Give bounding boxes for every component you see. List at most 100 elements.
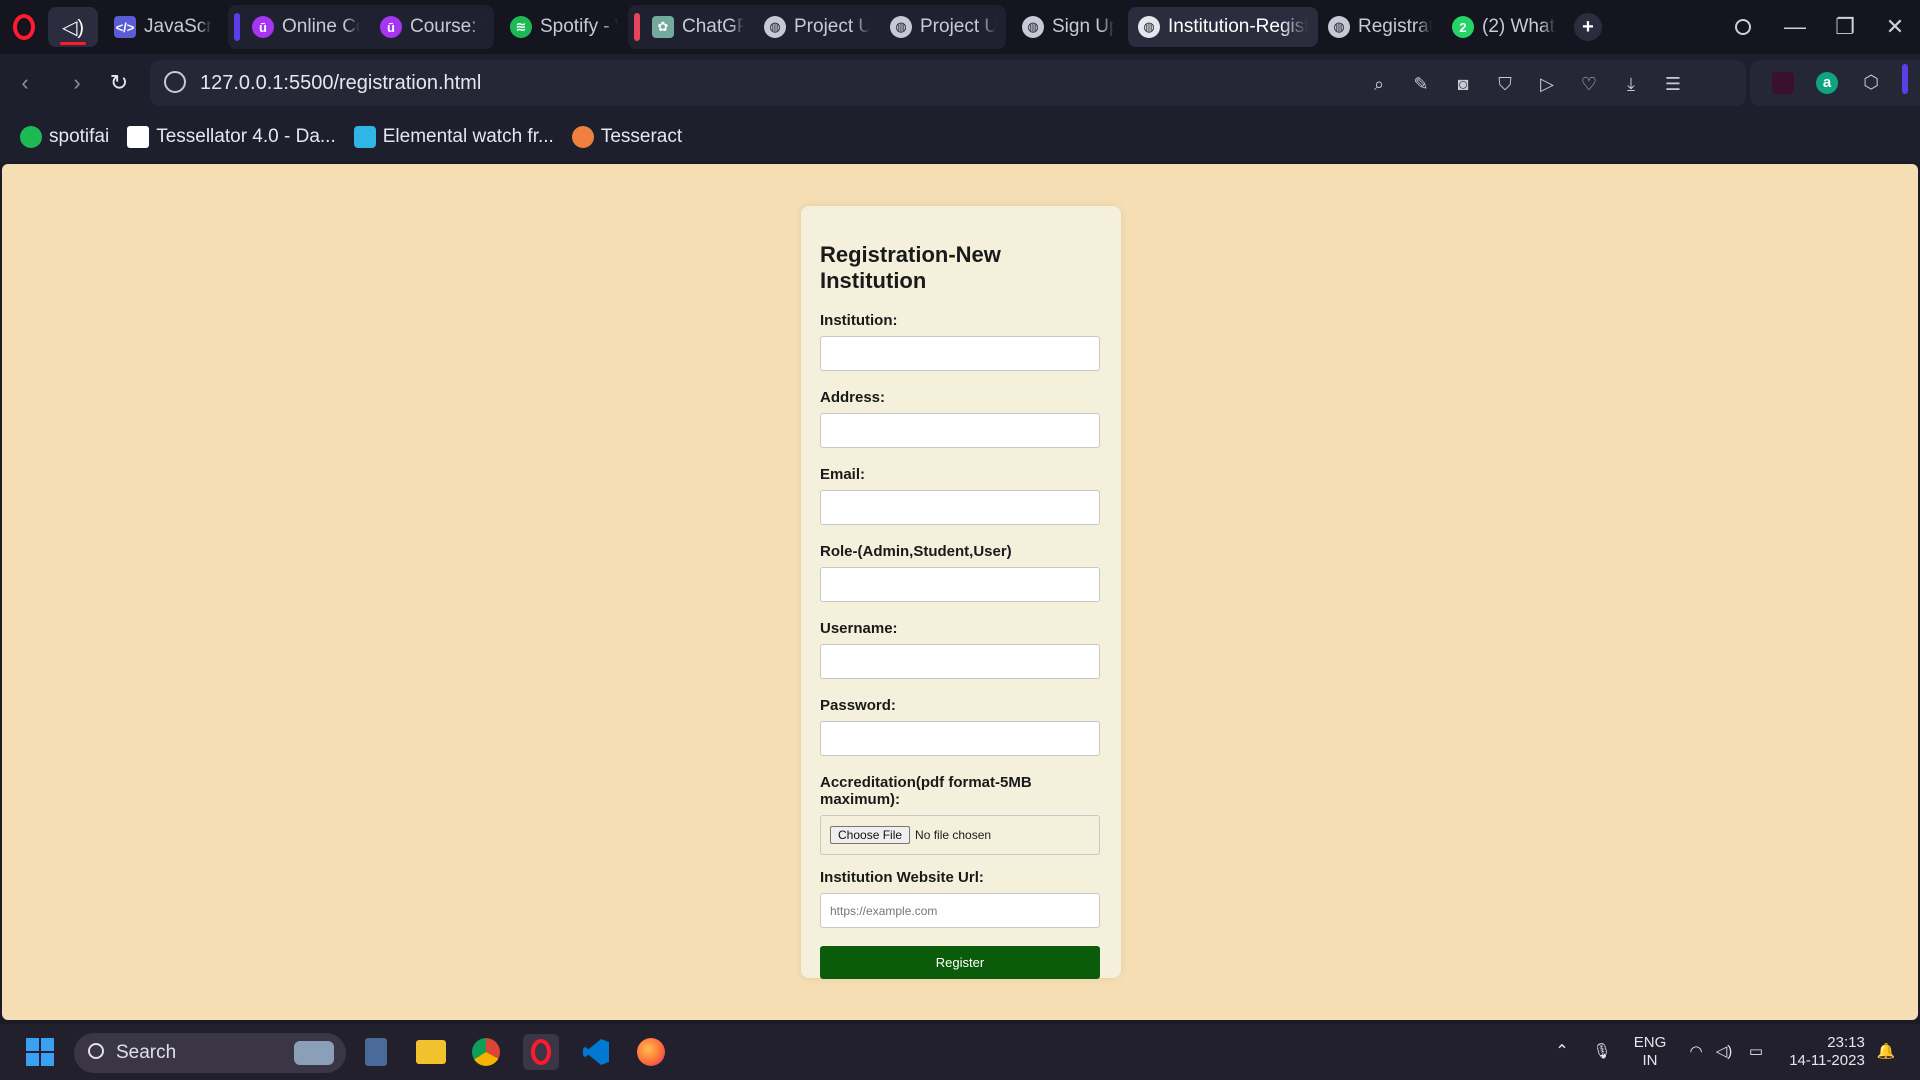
firefox-icon[interactable] [633,1034,669,1070]
tab-2[interactable]: ū Online Cou [242,7,370,47]
clock-time: 23:13 [1827,1034,1865,1051]
institution-label: Institution: [820,312,898,329]
password-input[interactable] [820,721,1100,756]
clock[interactable]: 23:13 14-11-2023 [1782,1024,1872,1080]
bookmarks-bar: spotifai Tessellator 4.0 - Da... Element… [0,112,1920,162]
vscode-icon[interactable] [578,1034,614,1070]
globe-icon: ◍ [1328,16,1350,38]
website-url-input[interactable] [820,893,1100,928]
restore-icon: ❐ [1835,14,1855,39]
send-icon[interactable]: ▷ [1534,71,1560,97]
file-explorer-icon[interactable] [413,1034,449,1070]
tray-overflow-chevron-icon[interactable]: ⌃ [1550,1024,1574,1080]
group-color-bar [234,13,240,41]
camera-icon[interactable]: ◙ [1450,71,1476,97]
extension-1-icon[interactable] [1772,72,1794,94]
address-input[interactable] [820,413,1100,448]
taskbar-search[interactable]: Search [74,1033,346,1073]
tab-title: Course: Th [410,16,484,37]
forward-button[interactable]: › [62,68,92,98]
bookmark-label: Tesseract [600,126,683,147]
url-text: 127.0.0.1:5500/registration.html [200,72,482,94]
shield-icon[interactable]: ⛉ [1492,71,1518,97]
choose-file-button[interactable]: Choose File [830,826,911,844]
email-input[interactable] [820,490,1100,525]
institution-input[interactable] [820,336,1100,371]
extensions-cube-icon[interactable]: ⬡ [1860,72,1882,94]
bookmark-spotifai[interactable]: spotifai [20,126,109,148]
register-button[interactable]: Register [820,946,1100,979]
sidebar-accent-bar [1902,64,1908,94]
extension-2-icon[interactable]: a [1816,72,1838,94]
bookmark-label: spotifai [49,126,110,147]
bookmark-tesseract[interactable]: Tesseract [571,126,683,148]
navigation-bar: ‹ › ↻ 127.0.0.1:5500/registration.html ⌕… [0,54,1920,112]
tab-6[interactable]: ◍ Project Up [754,7,880,47]
edit-icon[interactable]: ✎ [1408,71,1434,97]
reload-button[interactable]: ↻ [104,68,134,98]
battery-icon[interactable]: ▭ [1744,1024,1768,1080]
code-icon: </> [114,16,136,38]
tab-4[interactable]: ≋ Spotify - W [500,7,628,47]
back-button[interactable]: ‹ [10,68,40,98]
region-code: IN [1642,1052,1658,1069]
language-indicator[interactable]: ENG IN [1630,1024,1670,1080]
elemental-icon [353,126,376,148]
accreditation-file-input: Choose File No file chosen [820,815,1100,855]
password-label: Password: [820,697,896,714]
tab-5[interactable]: ✿ ChatGPT [642,7,754,47]
microphone-icon[interactable]: 🎙 [1590,1024,1614,1080]
bookmark-tessellator[interactable]: Tessellator 4.0 - Da... [127,126,336,148]
tab-9-active[interactable]: ◍ Institution-Registr [1128,7,1318,47]
udemy-icon: ū [252,16,274,38]
tesseract-icon [571,126,594,148]
tab-11[interactable]: 2 (2) WhatsA [1442,7,1566,47]
tab-group-2: ū Online Cou ū Course: Th [228,5,494,49]
audio-mute-tab[interactable]: ◁) [48,7,98,47]
opera-taskbar-icon[interactable] [523,1034,559,1070]
file-status: No file chosen [915,828,992,842]
search-icon [1735,19,1751,35]
taskbar: Search ⌃ 🎙 ENG IN ◠ ◁) ▭ 23:13 14-11-2023 … [0,1024,1920,1080]
windows-start-icon[interactable] [26,1038,54,1066]
easy-setup-icon[interactable]: ☰ [1660,71,1686,97]
notification-bell-icon[interactable]: 🔔 [1874,1024,1898,1080]
close-button[interactable]: ✕ [1870,0,1920,54]
search-in-page-icon[interactable]: ⌕ [1366,71,1392,97]
address-bar[interactable]: 127.0.0.1:5500/registration.html ⌕ ✎ ◙ ⛉… [150,60,1882,106]
tab-8[interactable]: ◍ Sign Up [1012,7,1124,47]
username-label: Username: [820,620,898,637]
heart-icon[interactable]: ♡ [1576,71,1602,97]
minimize-button[interactable]: — [1770,0,1820,54]
wifi-icon[interactable]: ◠ [1684,1024,1708,1080]
volume-icon[interactable]: ◁) [1712,1024,1736,1080]
tab-1[interactable]: </> JavaScript [104,7,222,47]
chatgpt-icon: ✿ [652,16,674,38]
calculator-icon[interactable] [358,1034,394,1070]
close-icon: ✕ [1885,14,1905,39]
registration-form: Registration-New Institution Institution… [801,206,1121,979]
username-input[interactable] [820,644,1100,679]
new-tab-button[interactable]: + [1574,13,1602,41]
restore-button[interactable]: ❐ [1820,0,1870,54]
email-label: Email: [820,466,866,483]
tab-group-1: </> JavaScript [104,5,222,49]
tab-10[interactable]: ◍ Registratio [1318,7,1442,47]
tab-3[interactable]: ū Course: Th [370,7,494,47]
website-label: Institution Website Url: [820,869,984,886]
tab-7[interactable]: ◍ Project Up [880,7,1006,47]
bookmark-label: Elemental watch fr... [382,126,554,147]
download-icon[interactable]: ⤓ [1618,71,1644,97]
role-input[interactable] [820,567,1100,602]
tab-search-button[interactable] [1718,0,1768,54]
chevron-left-icon: ‹ [21,70,29,95]
chrome-icon[interactable] [468,1034,504,1070]
extensions-bar: a ⬡ [1750,60,1920,106]
bookmark-elemental[interactable]: Elemental watch fr... [353,126,554,148]
opera-menu-button[interactable] [0,0,48,54]
tab-title: (2) WhatsA [1482,16,1556,37]
tab-strip: ◁) </> JavaScript ū Online Cou ū Course:… [0,0,1920,54]
site-info-icon[interactable] [164,71,186,93]
udemy-icon: ū [380,16,402,38]
role-label: Role-(Admin,Student,User) [820,543,1012,560]
